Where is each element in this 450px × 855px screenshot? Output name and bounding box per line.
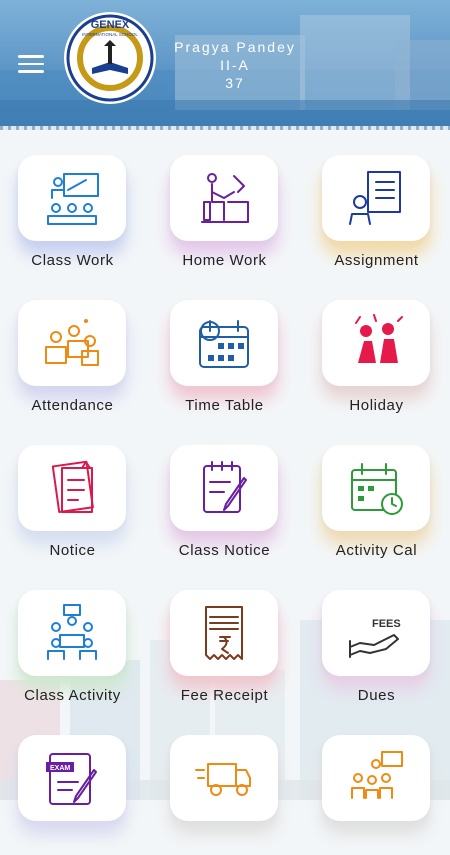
feature-card-button[interactable] bbox=[18, 300, 126, 386]
activity-calendar-icon bbox=[351, 463, 403, 515]
feature-tile[interactable]: Home Work bbox=[152, 130, 302, 275]
feature-tile[interactable] bbox=[152, 710, 302, 855]
feature-label: Attendance bbox=[31, 397, 114, 414]
fee-receipt-icon bbox=[205, 606, 243, 660]
feature-card-button[interactable]: EXAM bbox=[18, 735, 126, 821]
hamburger-menu-button[interactable] bbox=[18, 55, 44, 75]
feature-tile[interactable]: EXAM bbox=[0, 710, 150, 855]
school-logo: GENEX INTERNATIONAL SCHOOL bbox=[64, 12, 156, 104]
feature-label: Time Table bbox=[185, 397, 264, 414]
feature-tile[interactable]: Class Activity bbox=[0, 565, 150, 710]
feature-label: Notice bbox=[49, 542, 96, 559]
roll-number: 37 bbox=[225, 75, 245, 91]
meeting-icon bbox=[351, 751, 403, 799]
class-work-icon bbox=[47, 173, 99, 225]
class-section: II-A bbox=[220, 57, 250, 73]
feature-label: Home Work bbox=[182, 252, 267, 269]
transport-icon bbox=[195, 763, 251, 796]
feature-card-button[interactable] bbox=[170, 155, 278, 241]
feature-card-button[interactable] bbox=[322, 735, 430, 821]
feature-tile[interactable]: Notice bbox=[0, 420, 150, 565]
feature-label: Assignment bbox=[334, 252, 419, 269]
feature-tile[interactable]: FEES Dues bbox=[304, 565, 450, 710]
fees-dues-icon: FEES bbox=[349, 618, 401, 658]
feature-tile[interactable]: Activity Cal bbox=[304, 420, 450, 565]
feature-tile[interactable]: Holiday bbox=[304, 275, 450, 420]
feature-tile[interactable]: Time Table bbox=[152, 275, 302, 420]
feature-card-button[interactable] bbox=[322, 155, 430, 241]
feature-label: Class Notice bbox=[178, 542, 271, 559]
attendance-icon bbox=[45, 319, 99, 366]
student-info: Pragya Pandey II-A 37 bbox=[160, 38, 310, 92]
feature-label: Class Activity bbox=[24, 687, 121, 704]
notice-icon bbox=[51, 460, 94, 514]
svg-text:INTERNATIONAL SCHOOL: INTERNATIONAL SCHOOL bbox=[82, 32, 138, 37]
time-table-icon bbox=[199, 320, 249, 368]
holiday-icon bbox=[355, 314, 403, 363]
feature-label: Fee Receipt bbox=[180, 687, 269, 704]
feature-card-button[interactable] bbox=[18, 445, 126, 531]
feature-tile[interactable]: Class Work bbox=[0, 130, 150, 275]
feature-tile[interactable]: Class Notice bbox=[152, 420, 302, 565]
feature-tile[interactable]: Assignment bbox=[304, 130, 450, 275]
feature-card-button[interactable] bbox=[170, 590, 278, 676]
svg-text:EXAM: EXAM bbox=[50, 765, 70, 772]
feature-card-button[interactable] bbox=[170, 445, 278, 531]
feature-tile[interactable]: Attendance bbox=[0, 275, 150, 420]
feature-label: Dues bbox=[357, 687, 396, 704]
feature-tile[interactable]: Fee Receipt bbox=[152, 565, 302, 710]
feature-card-button[interactable]: FEES bbox=[322, 590, 430, 676]
app-header: GENEX INTERNATIONAL SCHOOL Pragya Pandey… bbox=[0, 0, 450, 130]
feature-label: Holiday bbox=[349, 397, 404, 414]
home-work-icon bbox=[201, 173, 249, 223]
exam-icon: EXAM bbox=[46, 753, 97, 805]
svg-text:FEES: FEES bbox=[372, 618, 401, 630]
feature-tile[interactable] bbox=[304, 710, 450, 855]
svg-text:GENEX: GENEX bbox=[91, 19, 130, 31]
feature-card-button[interactable] bbox=[18, 590, 126, 676]
feature-label: Activity Cal bbox=[335, 542, 418, 559]
class-notice-icon bbox=[203, 461, 247, 513]
feature-card-button[interactable] bbox=[170, 735, 278, 821]
feature-card-button[interactable] bbox=[322, 445, 430, 531]
student-name: Pragya Pandey bbox=[174, 39, 296, 55]
feature-label: Class Work bbox=[31, 252, 114, 269]
assignment-icon bbox=[349, 171, 401, 225]
feature-card-button[interactable] bbox=[18, 155, 126, 241]
class-activity-icon bbox=[47, 604, 97, 660]
feature-card-button[interactable] bbox=[170, 300, 278, 386]
feature-card-button[interactable] bbox=[322, 300, 430, 386]
